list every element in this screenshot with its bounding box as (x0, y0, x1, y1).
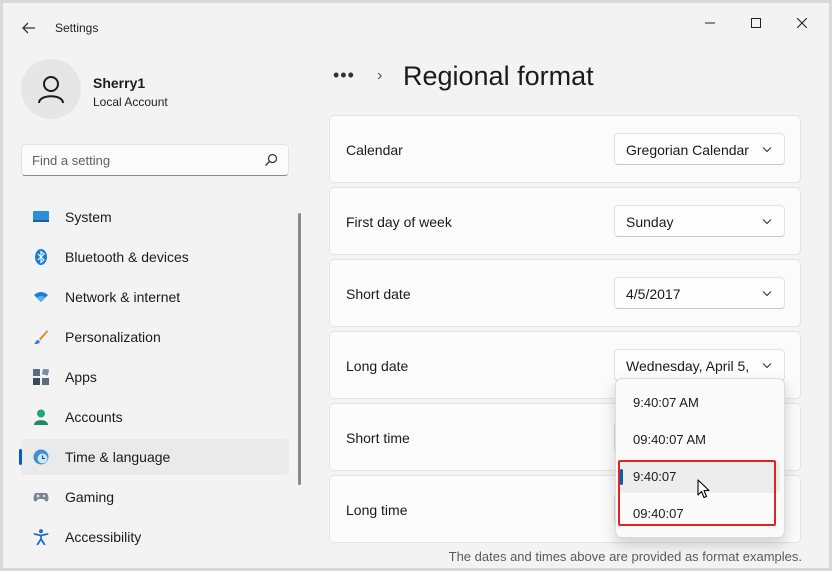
setting-label: First day of week (346, 214, 452, 230)
setting-label: Long time (346, 502, 408, 518)
sidebar-item-accounts[interactable]: Accounts (21, 399, 289, 435)
sidebar-item-apps[interactable]: Apps (21, 359, 289, 395)
sidebar-item-label: Gaming (65, 489, 115, 505)
sidebar-item-label: Network & internet (65, 289, 181, 305)
selected-indicator (620, 469, 623, 485)
sidebar-item-label: Bluetooth & devices (65, 249, 189, 265)
app-title: Settings (55, 21, 99, 35)
sidebar-item-accessibility[interactable]: Accessibility (21, 519, 289, 555)
close-icon (797, 18, 807, 28)
breadcrumb-chevron-icon: › (377, 67, 383, 84)
minimize-icon (705, 22, 715, 24)
mouse-cursor-icon (697, 479, 710, 499)
maximize-button[interactable] (733, 9, 779, 37)
sidebar-item-label: Accessibility (65, 529, 142, 545)
time-option[interactable]: 09:40:07 (620, 498, 780, 530)
sidebar-item-network[interactable]: Network & internet (21, 279, 289, 315)
sidebar-item-label: Time & language (65, 449, 171, 465)
short-time-options-list: 9:40:07 AM 09:40:07 AM 9:40:07 09:40:07 (615, 378, 785, 538)
page-title: Regional format (403, 61, 594, 91)
setting-label: Long date (346, 358, 409, 374)
dropdown-value: Gregorian Calendar (626, 142, 749, 158)
calendar-dropdown[interactable]: Gregorian Calendar (614, 133, 785, 165)
account-type: Local Account (93, 95, 168, 109)
long-date-dropdown[interactable]: Wednesday, April 5, (614, 349, 785, 381)
chevron-down-icon (762, 219, 772, 225)
setting-calendar: Calendar Gregorian Calendar (329, 115, 801, 183)
back-button[interactable] (17, 16, 41, 40)
maximize-icon (751, 18, 761, 28)
close-button[interactable] (779, 9, 825, 37)
sidebar-scrollbar[interactable] (298, 213, 301, 485)
chevron-down-icon (762, 147, 772, 153)
setting-label: Calendar (346, 142, 403, 158)
gaming-icon (33, 493, 49, 502)
sidebar-item-label: Apps (65, 369, 97, 385)
format-note: The dates and times above are provided a… (448, 549, 802, 564)
network-icon (34, 292, 48, 302)
dropdown-value: 4/5/2017 (626, 286, 681, 302)
sidebar-item-label: System (65, 209, 112, 225)
time-option[interactable]: 09:40:07 AM (620, 424, 780, 456)
sidebar-item-time-language[interactable]: Time & language (19, 439, 289, 475)
sidebar-item-label: Personalization (65, 329, 161, 345)
short-date-dropdown[interactable]: 4/5/2017 (614, 277, 785, 309)
dropdown-value: Sunday (626, 214, 674, 230)
breadcrumb-more-button[interactable]: ••• (333, 65, 355, 86)
sidebar-item-bluetooth[interactable]: Bluetooth & devices (21, 239, 289, 275)
option-label: 9:40:07 AM (633, 395, 699, 410)
search-input[interactable] (32, 151, 252, 169)
sidebar-item-label: Accounts (65, 409, 123, 425)
search-icon[interactable] (264, 153, 278, 167)
user-name: Sherry1 (93, 75, 146, 91)
chevron-down-icon (762, 362, 772, 369)
settings-window: Settings Sherry1 Local Account System Bl… (3, 3, 829, 568)
sidebar-item-system[interactable]: System (21, 199, 289, 235)
setting-short-date: Short date 4/5/2017 (329, 259, 801, 327)
brush-icon (34, 330, 48, 345)
active-indicator (19, 449, 22, 465)
bluetooth-icon (35, 249, 47, 265)
person-icon (38, 76, 64, 104)
accessibility-icon (33, 529, 49, 545)
sidebar-item-gaming[interactable]: Gaming (21, 479, 289, 515)
option-label: 9:40:07 (633, 469, 677, 484)
avatar[interactable] (21, 59, 81, 119)
minimize-button[interactable] (687, 9, 733, 37)
sidebar-item-personalization[interactable]: Personalization (21, 319, 289, 355)
setting-label: Short date (346, 286, 411, 302)
system-icon (33, 211, 49, 222)
option-label: 09:40:07 AM (633, 432, 706, 447)
time-language-icon (33, 449, 49, 465)
accounts-icon (34, 409, 48, 425)
first-day-dropdown[interactable]: Sunday (614, 205, 785, 237)
option-label: 09:40:07 (633, 506, 684, 521)
setting-first-day-of-week: First day of week Sunday (329, 187, 801, 255)
back-arrow-icon (22, 22, 35, 34)
search-box[interactable] (21, 144, 289, 176)
setting-label: Short time (346, 430, 410, 446)
chevron-down-icon (762, 291, 772, 297)
time-option[interactable]: 9:40:07 AM (620, 387, 780, 419)
apps-icon (33, 369, 49, 385)
dropdown-value: Wednesday, April 5, (626, 358, 750, 374)
